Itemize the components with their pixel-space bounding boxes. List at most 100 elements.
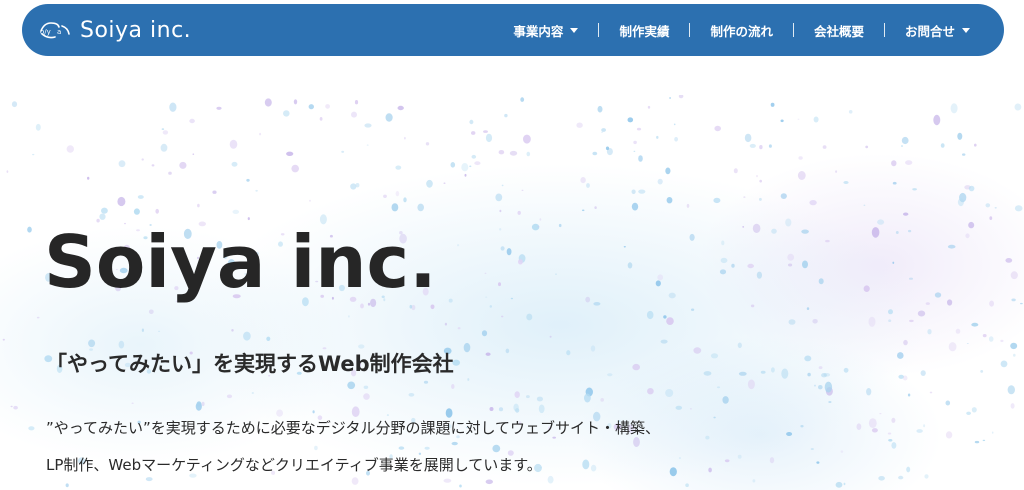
speckle [771, 228, 777, 234]
speckle [835, 481, 843, 488]
speckle [514, 391, 520, 398]
speckle [66, 145, 75, 153]
speckle [1013, 353, 1016, 357]
speckle [738, 371, 747, 376]
speckle [417, 203, 425, 212]
svg-text:o/y: o/y [40, 28, 51, 36]
speckle [933, 114, 941, 126]
speckle [742, 226, 745, 228]
speckle [423, 380, 429, 384]
speckle [469, 119, 474, 125]
speckle [675, 405, 683, 410]
speckle [646, 310, 654, 320]
speckle [947, 299, 953, 306]
nav-item-works[interactable]: 制作実績 [599, 21, 689, 40]
speckle [28, 426, 35, 431]
speckle [498, 282, 501, 287]
speckle [463, 342, 471, 353]
speckle [665, 167, 671, 175]
speckle [549, 335, 552, 338]
hero-description-line: ”やってみたい”を実現するために必要なデジタル分野の課題に対してウェブサイト・構… [46, 419, 661, 437]
speckle [668, 292, 676, 299]
speckle [117, 196, 126, 207]
nav-item-flow[interactable]: 制作の流れ [690, 21, 793, 40]
speckle [501, 315, 504, 318]
speckle [737, 342, 742, 349]
speckle [201, 401, 205, 407]
speckle [101, 207, 108, 214]
speckle [495, 193, 503, 202]
nav-item-label: 制作実績 [619, 23, 670, 39]
speckle [118, 160, 126, 168]
speckle [693, 347, 702, 354]
speckle [923, 424, 926, 428]
speckle [161, 128, 165, 130]
speckle [11, 101, 18, 108]
speckle [501, 184, 504, 187]
speckle [856, 423, 862, 431]
speckle [669, 97, 671, 99]
speckle [537, 226, 540, 228]
speckle [521, 189, 524, 191]
speckle [581, 209, 585, 212]
nav-item-services[interactable]: 事業内容 [493, 21, 598, 40]
speckle [802, 260, 808, 269]
speckle [459, 484, 462, 488]
speckle [363, 393, 370, 400]
speckle [962, 153, 966, 156]
speckle [780, 193, 787, 199]
speckle [843, 482, 846, 486]
speckle [471, 154, 477, 159]
speckle [756, 271, 763, 279]
speckle [891, 417, 896, 423]
speckle [141, 328, 144, 332]
speckle [768, 144, 772, 148]
speckle [724, 459, 730, 463]
speckle [471, 131, 476, 135]
speckle [888, 439, 893, 442]
speckle [593, 302, 601, 306]
speckle [523, 134, 531, 144]
speckle [945, 400, 951, 406]
speckle [409, 304, 413, 309]
hero-subtitle: 「やってみたい」を実現するWeb制作会社 [46, 352, 454, 376]
speckle [483, 130, 488, 133]
speckle [769, 457, 775, 464]
speckle [818, 278, 824, 285]
speckle [1010, 271, 1018, 280]
speckle [879, 413, 882, 415]
speckle [835, 170, 838, 173]
speckle [891, 442, 897, 449]
speckle [787, 253, 795, 261]
speckle [708, 467, 712, 473]
speckle [141, 158, 144, 161]
speckle [877, 219, 885, 225]
speckle [866, 388, 872, 396]
speckle [843, 367, 849, 373]
speckle [87, 176, 90, 180]
nav-item-company[interactable]: 会社概要 [794, 21, 884, 40]
logo[interactable]: o/y a Soiya inc. [38, 14, 191, 46]
speckle [663, 315, 667, 319]
speckle [451, 384, 455, 389]
nav-item-contact[interactable]: お問合せ [885, 21, 990, 40]
speckle [395, 165, 402, 170]
speckle [655, 280, 661, 287]
speckle [902, 375, 908, 381]
speckle [286, 151, 294, 156]
speckle [647, 388, 654, 395]
speckle [974, 143, 977, 147]
speckle [955, 328, 961, 334]
speckle [13, 405, 18, 410]
speckle [780, 119, 784, 123]
speckle [510, 297, 514, 300]
speckle [633, 150, 636, 152]
speckle [895, 231, 899, 234]
speckle [584, 393, 591, 403]
speckle [504, 113, 508, 118]
speckle [759, 145, 763, 150]
speckle [868, 418, 877, 428]
speckle [526, 313, 533, 321]
speckle [916, 429, 923, 433]
speckle [940, 143, 945, 148]
